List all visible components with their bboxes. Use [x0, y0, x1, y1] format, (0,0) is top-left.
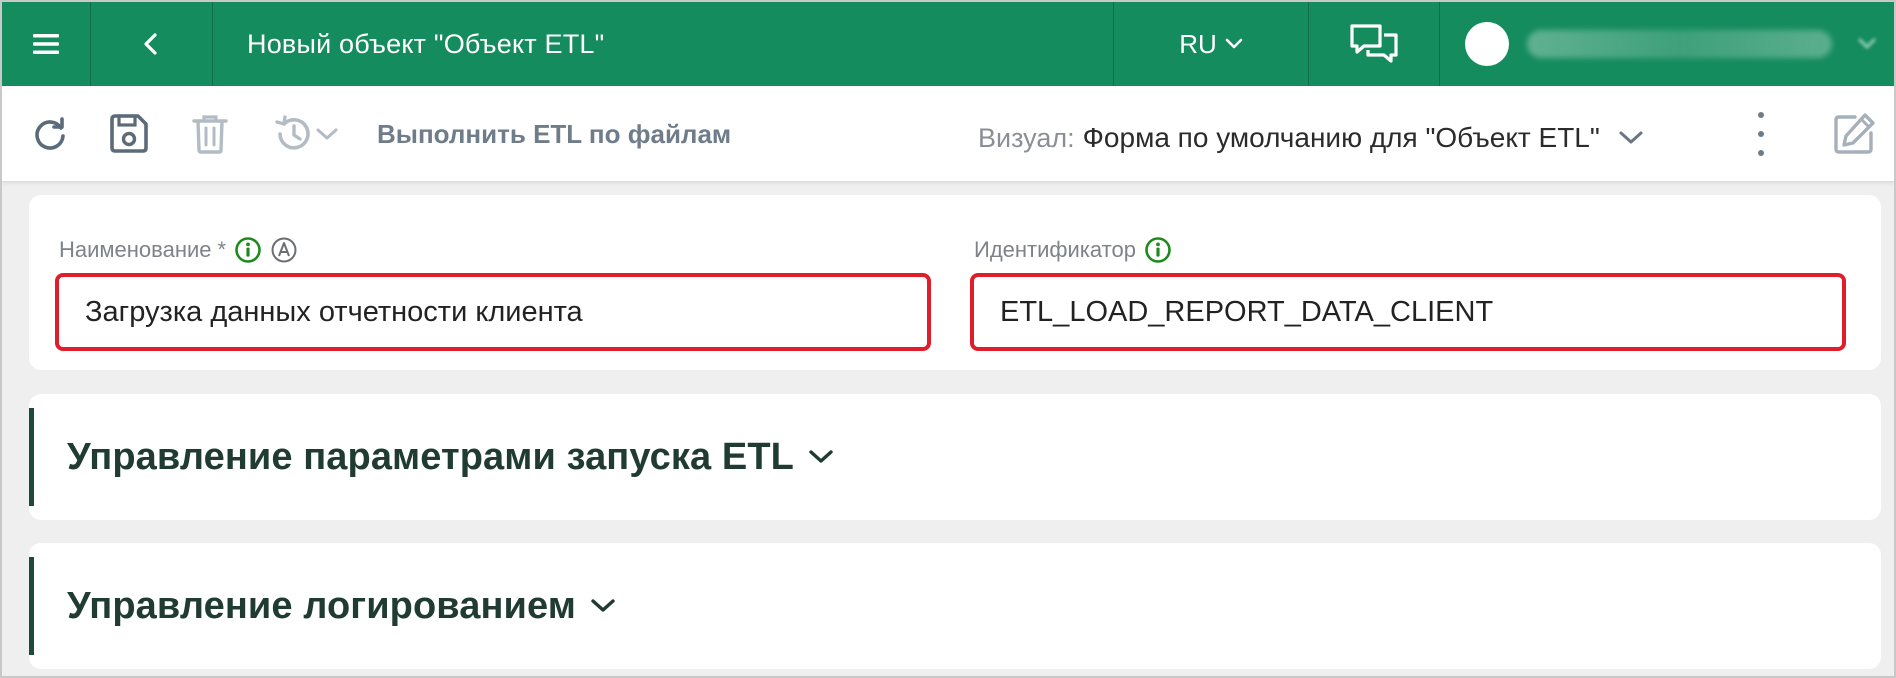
chat-button[interactable] — [1309, 2, 1439, 86]
section-accent-bar — [29, 557, 34, 655]
visual-label: Визуал: — [978, 122, 1075, 153]
top-header: Новый объект "Объект ETL" RU — [2, 2, 1894, 86]
chevron-down-icon — [1225, 38, 1243, 49]
id-label-text: Идентификатор — [974, 237, 1136, 262]
back-button[interactable] — [91, 2, 211, 86]
edit-button[interactable] — [1828, 110, 1880, 158]
section-logging[interactable]: Управление логированием — [29, 543, 1881, 669]
auto-translate-icon[interactable] — [270, 236, 298, 264]
run-etl-button[interactable]: Выполнить ETL по файлам — [377, 114, 731, 154]
chevron-left-icon — [144, 33, 157, 55]
history-icon — [275, 115, 310, 150]
kebab-icon[interactable] — [1747, 108, 1775, 160]
info-icon[interactable] — [234, 236, 262, 264]
identifier-input[interactable] — [970, 273, 1846, 351]
required-mark: * — [217, 237, 227, 262]
history-button[interactable] — [262, 110, 348, 158]
name-field-label: Наименование * — [59, 235, 298, 265]
chevron-down-icon[interactable] — [1852, 28, 1882, 58]
chevron-down-icon — [591, 599, 615, 612]
section-title: Управление параметрами запуска ETL — [67, 435, 794, 478]
app-window: Новый объект "Объект ETL" RU Выполнить E… — [0, 0, 1896, 678]
section-launch-params[interactable]: Управление параметрами запуска ETL — [29, 394, 1881, 520]
header-divider — [212, 2, 213, 86]
language-selector[interactable]: RU — [1114, 2, 1308, 86]
name-label-text: Наименование — [59, 237, 212, 262]
id-field-label: Идентификатор — [974, 235, 1172, 265]
delete-button[interactable] — [184, 110, 236, 158]
edit-icon — [1834, 113, 1875, 154]
name-input[interactable] — [55, 273, 931, 351]
section-title: Управление логированием — [67, 584, 576, 627]
header-divider — [1439, 2, 1440, 86]
menu-button[interactable] — [2, 2, 90, 86]
avatar[interactable] — [1465, 22, 1509, 66]
refresh-icon — [35, 117, 65, 150]
chevron-down-icon — [316, 128, 338, 140]
user-name-blurred[interactable] — [1527, 30, 1832, 58]
visual-value: Форма по умолчанию для "Объект ETL" — [1082, 122, 1600, 153]
visual-selector[interactable]: Визуал: Форма по умолчанию для "Объект E… — [978, 114, 1644, 162]
chat-bubbles-icon — [1350, 24, 1398, 63]
info-icon[interactable] — [1144, 236, 1172, 264]
save-button[interactable] — [103, 110, 155, 158]
chevron-down-icon — [809, 450, 833, 463]
section-accent-bar — [29, 408, 34, 506]
refresh-button[interactable] — [24, 110, 76, 158]
chevron-down-icon — [1619, 131, 1643, 144]
form-card: Наименование * Идентификатор — [29, 195, 1881, 370]
hamburger-icon — [33, 34, 59, 54]
page-title: Новый объект "Объект ETL" — [247, 28, 605, 59]
toolbar: Выполнить ETL по файлам Визуал: Форма по… — [2, 86, 1894, 182]
save-icon — [110, 114, 148, 153]
language-label: RU — [1179, 28, 1217, 59]
trash-icon — [192, 115, 228, 154]
